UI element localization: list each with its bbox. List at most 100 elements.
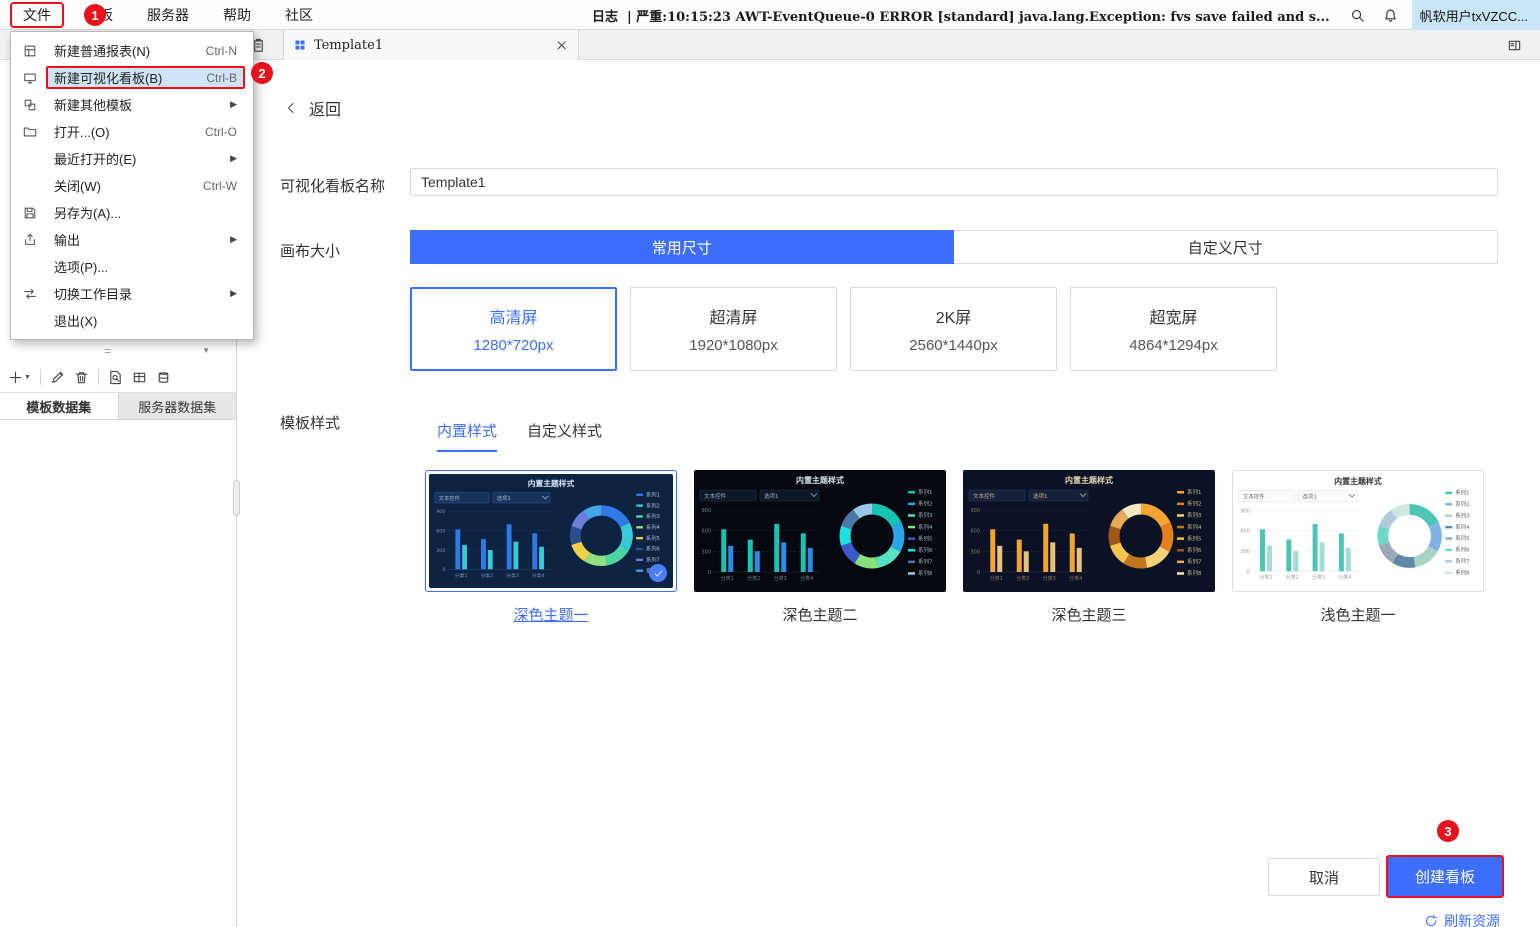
panel-layout-icon[interactable] bbox=[1504, 35, 1524, 55]
file-menu-item[interactable]: 新建普通报表(N)Ctrl-N bbox=[11, 37, 253, 64]
back-label: 返回 bbox=[309, 96, 341, 120]
edit-dataset-icon[interactable] bbox=[50, 370, 65, 385]
theme-preview: 内置主题样式文本控件选项19006003000分类1分类2分类3分类4系列1系列… bbox=[694, 470, 946, 592]
svg-text:系列7: 系列7 bbox=[1187, 558, 1202, 566]
theme-preview: 内置主题样式文本控件选项19006003000分类1分类2分类3分类4系列1系列… bbox=[425, 470, 677, 592]
menubar-item-3[interactable]: 帮助 bbox=[210, 2, 264, 28]
file-menu-dropdown: 新建普通报表(N)Ctrl-N新建可视化看板(B)Ctrl-B新建其他模板▶打开… bbox=[10, 31, 254, 340]
preview-dataset-icon[interactable] bbox=[108, 370, 123, 385]
dataset-tab-0[interactable]: 模板数据集 bbox=[0, 393, 119, 419]
template-style-label: 模板样式 bbox=[280, 412, 340, 433]
menubar-item-2[interactable]: 服务器 bbox=[134, 2, 202, 28]
dataset-table-icon[interactable] bbox=[132, 370, 147, 385]
svg-text:系列2: 系列2 bbox=[1187, 500, 1202, 508]
user-account-badge[interactable]: 帆软用户txVZCC... bbox=[1412, 0, 1540, 30]
style-tab-0[interactable]: 内置样式 bbox=[437, 420, 497, 452]
panel-resize-handle[interactable] bbox=[233, 480, 240, 516]
svg-text:文本控件: 文本控件 bbox=[973, 492, 996, 500]
search-icon[interactable] bbox=[1346, 3, 1370, 27]
svg-text:文本控件: 文本控件 bbox=[439, 494, 460, 502]
file-menu-item-label: 新建其他模板 bbox=[54, 95, 132, 114]
svg-text:系列4: 系列4 bbox=[1187, 523, 1202, 531]
svg-text:系列1: 系列1 bbox=[1187, 488, 1202, 496]
theme-card-2[interactable]: 内置主题样式文本控件选项19006003000分类1分类2分类3分类4系列1系列… bbox=[963, 470, 1215, 625]
shortcut-label: Ctrl-W bbox=[203, 179, 237, 193]
caret-down-icon: ▼ bbox=[24, 374, 31, 381]
canvas-size-tab-0[interactable]: 常用尺寸 bbox=[410, 230, 954, 264]
file-menu-item[interactable]: 输出▶ bbox=[11, 226, 253, 253]
tab-template1[interactable]: Template1 × bbox=[283, 30, 579, 60]
file-menu-item[interactable]: 退出(X) bbox=[11, 307, 253, 334]
style-tab-1[interactable]: 自定义样式 bbox=[527, 420, 602, 452]
check-icon bbox=[649, 564, 667, 582]
dataset-tabs: 模板数据集服务器数据集 bbox=[0, 392, 236, 420]
file-menu-item[interactable]: 最近打开的(E)▶ bbox=[11, 145, 253, 172]
annotation-badge-2: 2 bbox=[251, 62, 273, 84]
svg-text:系列2: 系列2 bbox=[646, 501, 660, 509]
server-dataset-icon[interactable] bbox=[156, 370, 171, 385]
size-card-resolution: 1920*1080px bbox=[689, 337, 777, 354]
dashboard-name-input[interactable] bbox=[410, 168, 1498, 196]
svg-text:900: 900 bbox=[970, 508, 980, 514]
svg-text:600: 600 bbox=[701, 529, 711, 535]
close-icon[interactable]: × bbox=[555, 38, 568, 53]
svg-text:系列4: 系列4 bbox=[918, 523, 933, 531]
file-menu-item[interactable]: 选项(P)... bbox=[11, 253, 253, 280]
svg-text:系列4: 系列4 bbox=[646, 523, 661, 531]
bell-icon[interactable] bbox=[1379, 3, 1403, 27]
svg-text:0: 0 bbox=[977, 570, 980, 576]
theme-label[interactable]: 深色主题二 bbox=[782, 604, 857, 625]
create-dashboard-button[interactable]: 创建看板 bbox=[1386, 855, 1504, 898]
theme-card-0[interactable]: 内置主题样式文本控件选项19006003000分类1分类2分类3分类4系列1系列… bbox=[425, 470, 677, 625]
file-menu-item-label: 退出(X) bbox=[54, 311, 97, 330]
size-card-title: 2K屏 bbox=[936, 304, 972, 328]
svg-text:内置主题样式: 内置主题样式 bbox=[528, 478, 575, 488]
theme-label[interactable]: 深色主题三 bbox=[1051, 604, 1126, 625]
blank-icon bbox=[21, 259, 39, 275]
menubar: 文件模板服务器帮助社区 日志 | 严重:10:15:23 AWT-EventQu… bbox=[0, 0, 1540, 30]
size-card-resolution: 1280*720px bbox=[473, 337, 553, 354]
menubar-item-4[interactable]: 社区 bbox=[272, 2, 326, 28]
size-card-1[interactable]: 超清屏1920*1080px bbox=[630, 287, 837, 371]
size-card-resolution: 2560*1440px bbox=[909, 337, 997, 354]
svg-text:系列1: 系列1 bbox=[918, 488, 933, 496]
delete-dataset-icon[interactable] bbox=[74, 370, 89, 385]
save-icon bbox=[21, 205, 39, 221]
file-menu-item[interactable]: 打开...(O)Ctrl-O bbox=[11, 118, 253, 145]
file-menu-item-label: 关闭(W) bbox=[54, 176, 101, 195]
svg-text:内置主题样式: 内置主题样式 bbox=[796, 475, 844, 485]
theme-label[interactable]: 深色主题一 bbox=[513, 604, 588, 625]
file-menu-item[interactable]: 关闭(W) Ctrl-W bbox=[11, 172, 253, 199]
theme-card-3[interactable]: 内置主题样式文本控件选项19006003000分类1分类2分类3分类4系列1系列… bbox=[1232, 470, 1484, 625]
svg-text:900: 900 bbox=[1240, 508, 1249, 514]
svg-text:选项1: 选项1 bbox=[497, 494, 511, 502]
refresh-resources-link[interactable]: 刷新资源 bbox=[1424, 911, 1500, 927]
style-tabs: 内置样式自定义样式 bbox=[437, 420, 602, 452]
file-menu-item[interactable]: 切换工作目录▶ bbox=[11, 280, 253, 307]
file-menu-item[interactable]: 新建可视化看板(B)Ctrl-B bbox=[11, 64, 253, 91]
size-card-0[interactable]: 高清屏1280*720px bbox=[410, 287, 617, 371]
blank-icon bbox=[21, 313, 39, 329]
canvas-size-tab-1[interactable]: 自定义尺寸 bbox=[954, 230, 1499, 264]
splitter-handle-icon[interactable]: = bbox=[104, 344, 110, 358]
add-dataset-icon[interactable]: ▼ bbox=[8, 370, 31, 385]
log-label: 日志 bbox=[592, 6, 618, 25]
collapse-caret-icon[interactable]: ▼ bbox=[202, 346, 210, 355]
file-menu-item[interactable]: 新建其他模板▶ bbox=[11, 91, 253, 118]
theme-label[interactable]: 浅色主题一 bbox=[1320, 604, 1395, 625]
dataset-tab-1[interactable]: 服务器数据集 bbox=[119, 393, 237, 419]
svg-text:600: 600 bbox=[970, 529, 980, 535]
back-button[interactable]: 返回 bbox=[283, 96, 341, 120]
svg-text:系列6: 系列6 bbox=[918, 546, 933, 554]
cancel-button[interactable]: 取消 bbox=[1268, 858, 1380, 896]
size-card-title: 超宽屏 bbox=[1149, 304, 1197, 328]
svg-text:系列8: 系列8 bbox=[1455, 569, 1470, 577]
panel-splitter: = ▼ bbox=[0, 344, 236, 360]
dashboard-icon bbox=[21, 70, 39, 86]
svg-text:系列6: 系列6 bbox=[1455, 546, 1470, 554]
menubar-item-0[interactable]: 文件 bbox=[10, 2, 64, 28]
file-menu-item[interactable]: 另存为(A)... bbox=[11, 199, 253, 226]
theme-card-1[interactable]: 内置主题样式文本控件选项19006003000分类1分类2分类3分类4系列1系列… bbox=[694, 470, 946, 625]
size-card-3[interactable]: 超宽屏4864*1294px bbox=[1070, 287, 1277, 371]
size-card-2[interactable]: 2K屏 2560*1440px bbox=[850, 287, 1057, 371]
